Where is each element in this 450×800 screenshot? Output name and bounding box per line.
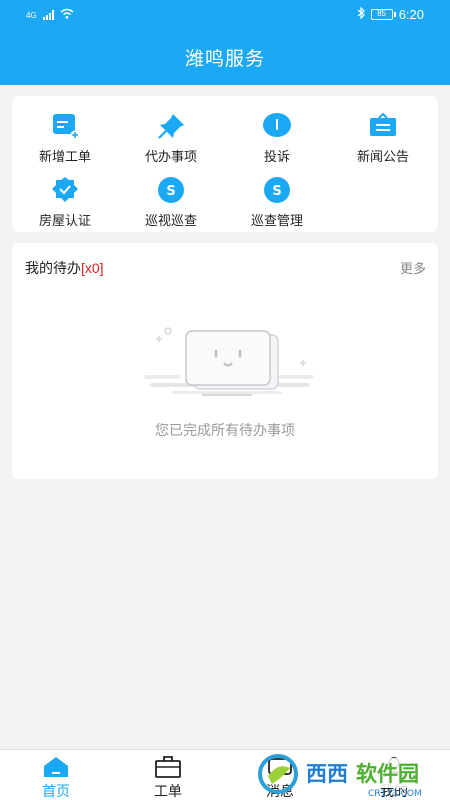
more-link[interactable]: 更多 <box>400 258 426 277</box>
battery-level: 85 <box>377 9 387 18</box>
patrol-icon: S <box>155 176 187 204</box>
complaint-icon <box>261 112 293 140</box>
menu-item-label: 代办事项 <box>144 149 197 164</box>
menu-item-new-ticket[interactable]: 新增工单 <box>12 104 118 164</box>
todo-count: [x0] <box>81 260 104 276</box>
site-watermark-logo: 西西 软件园 CR173.COM <box>256 748 450 800</box>
nav-item-home[interactable]: 首页 <box>0 750 112 800</box>
briefcase-icon <box>154 755 182 779</box>
todo-title: 我的待办[x0] <box>25 258 104 278</box>
clock: 6:20 <box>398 7 424 22</box>
home-icon <box>42 755 70 779</box>
wifi-icon <box>60 8 74 22</box>
svg-text:软件园: 软件园 <box>356 762 419 786</box>
menu-item-label: 房屋认证 <box>38 213 91 228</box>
bluetooth-icon <box>357 6 365 22</box>
menu-item-patrol[interactable]: S 巡视巡查 <box>118 168 224 228</box>
svg-text:S: S <box>166 184 175 199</box>
svg-text:S: S <box>272 184 281 199</box>
pin-icon <box>155 112 187 140</box>
menu-item-patrol-manage[interactable]: S 巡查管理 <box>224 168 330 228</box>
status-bar: 4G 85 6:20 <box>0 0 450 30</box>
menu-item-label: 新闻公告 <box>356 149 409 164</box>
nav-item-tickets[interactable]: 工单 <box>112 750 224 800</box>
empty-state-text: 您已完成所有待办事项 <box>155 422 295 438</box>
network-type: 4G <box>26 10 37 20</box>
nav-item-label: 首页 <box>42 783 70 799</box>
menu-item-todo[interactable]: 代办事项 <box>118 104 224 164</box>
new-ticket-icon <box>49 112 81 140</box>
nav-item-label: 工单 <box>154 783 182 799</box>
battery-icon: 85 <box>370 9 396 20</box>
empty-state-illustration <box>132 323 322 413</box>
patrol-manage-icon: S <box>261 176 293 204</box>
svg-text:西西: 西西 <box>306 762 348 786</box>
todo-card: 我的待办[x0] 更多 您已完成所有待办事项 <box>12 243 438 479</box>
menu-item-label: 投诉 <box>263 149 290 164</box>
app-header: 4G 85 6:20 潍鸣服务 <box>0 0 450 85</box>
announcement-icon <box>367 112 399 140</box>
todo-title-text: 我的待办 <box>25 260 81 276</box>
menu-item-label: 新增工单 <box>38 149 91 164</box>
menu-item-complaint[interactable]: 投诉 <box>224 104 330 164</box>
house-verify-icon <box>49 176 81 204</box>
quick-menu: 新增工单 代办事项 投诉 新闻公告 房屋认证 S 巡视巡查 S 巡查管理 <box>12 96 438 232</box>
svg-text:CR173.COM: CR173.COM <box>368 789 422 799</box>
menu-item-label: 巡查管理 <box>250 213 303 228</box>
page-title: 潍鸣服务 <box>184 49 265 70</box>
signal-icon <box>42 10 54 20</box>
menu-item-label: 巡视巡查 <box>144 213 197 228</box>
menu-item-house-verify[interactable]: 房屋认证 <box>12 168 118 228</box>
menu-item-announcement[interactable]: 新闻公告 <box>330 104 436 164</box>
